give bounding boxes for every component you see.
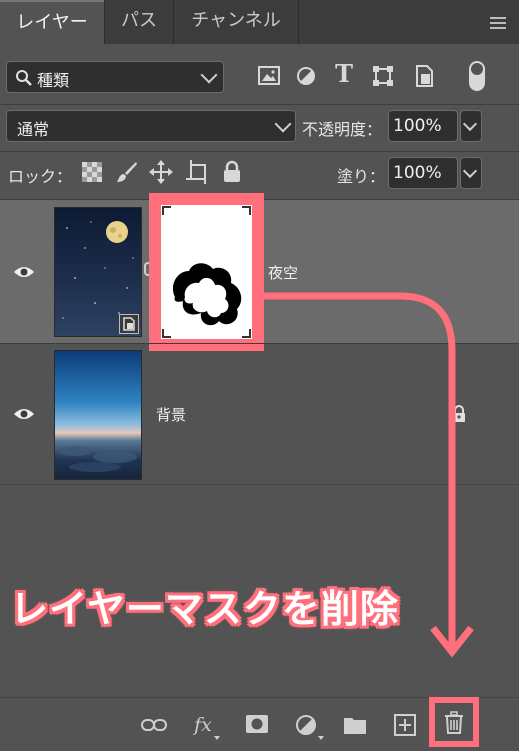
annotation-text: レイヤーマスクを削除 bbox=[10, 587, 399, 631]
fx-icon[interactable]: fx bbox=[190, 714, 216, 736]
annotation-arrow bbox=[262, 292, 474, 658]
trash-icon[interactable] bbox=[443, 711, 465, 735]
adjustment-dropdown-icon bbox=[318, 736, 324, 740]
new-layer-icon[interactable] bbox=[394, 714, 416, 736]
link-icon[interactable] bbox=[141, 717, 167, 733]
fx-dropdown-icon bbox=[214, 736, 220, 740]
adjustment-layer-icon[interactable] bbox=[295, 714, 317, 736]
folder-icon[interactable] bbox=[343, 715, 367, 735]
add-mask-icon[interactable] bbox=[245, 714, 269, 734]
